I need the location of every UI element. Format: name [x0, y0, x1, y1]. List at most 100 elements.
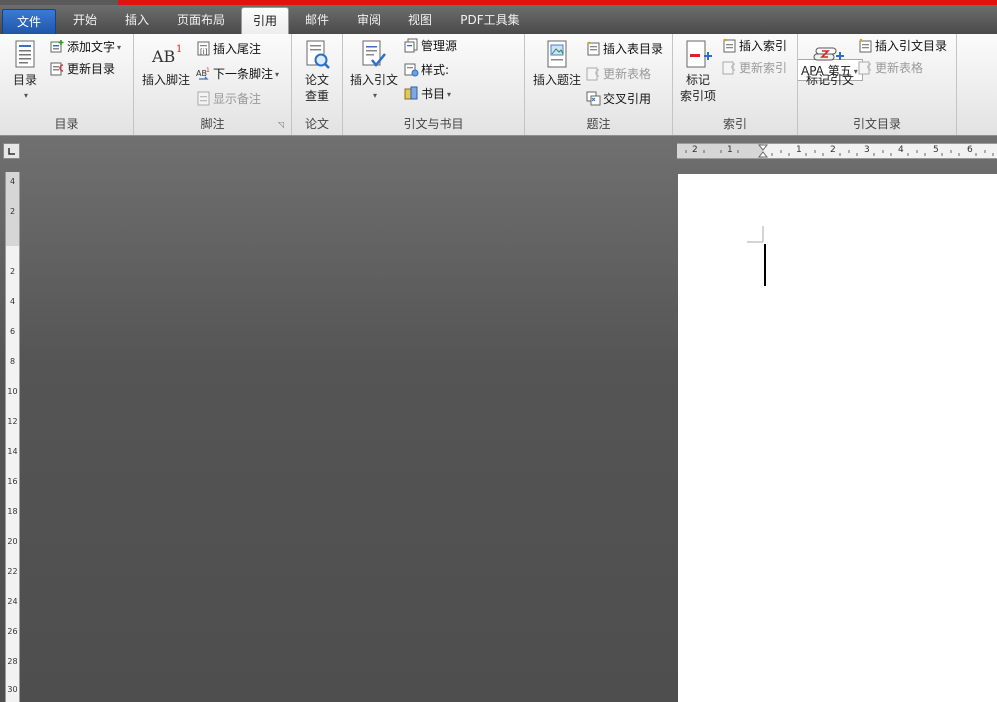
ruler-tick-label: 6: [967, 145, 973, 155]
insert-endnote-label: 插入尾注: [213, 42, 262, 56]
tab-insert[interactable]: 插入: [114, 7, 160, 34]
tab-review[interactable]: 审阅: [346, 7, 392, 34]
mark-citation-icon: [813, 40, 847, 70]
ruler-tick-label: 10: [7, 387, 18, 396]
show-notes-button[interactable]: 显示备注: [196, 89, 261, 109]
chevron-down-icon: ▾: [117, 43, 122, 52]
mark-entry-button[interactable]: 标记 索引项: [677, 40, 719, 104]
ruler-tick-label: 30: [7, 685, 18, 694]
group-toc-label: 目录: [54, 117, 79, 131]
document-page[interactable]: [678, 174, 997, 702]
tab-page-layout[interactable]: 页面布局: [166, 7, 236, 34]
cross-reference-icon: [586, 91, 601, 106]
magnifier-document-icon: [303, 40, 331, 70]
mark-entry-label-line2: 索引项: [679, 89, 716, 103]
ruler-tick-label: 4: [898, 145, 904, 155]
group-paper-label: 论文: [304, 117, 329, 131]
update-table-icon: [50, 61, 65, 76]
style-label: 样式:: [421, 63, 450, 77]
update-toa-button[interactable]: 更新表格: [858, 58, 923, 78]
paper-check-button[interactable]: 论文 查重: [300, 40, 334, 104]
manage-sources-icon: [404, 38, 419, 53]
mark-entry-label-line1: 标记: [685, 73, 710, 87]
ruler-tick-label: 4: [9, 177, 16, 186]
chevron-down-icon: ▾: [275, 70, 280, 79]
group-captions-label: 题注: [586, 117, 611, 131]
group-index-label: 索引: [722, 117, 747, 131]
vertical-ruler[interactable]: 4 2 2 4 6 8 10 12 14 16 18 20 22 24 26 2…: [5, 172, 20, 702]
chevron-down-icon: ▾: [23, 91, 28, 100]
mark-citation-button[interactable]: 标记引文: [802, 40, 858, 88]
mark-citation-label: 标记引文: [805, 73, 854, 87]
insert-toa-icon: [858, 38, 873, 53]
style-label-area: 样式:: [404, 60, 449, 80]
paper-check-label-line1: 论文: [304, 73, 329, 87]
tab-home[interactable]: 开始: [62, 7, 108, 34]
next-footnote-label: 下一条脚注: [213, 67, 274, 81]
insert-citation-label: 插入引文: [349, 73, 398, 87]
update-captions-table-label: 更新表格: [603, 67, 652, 81]
ruler-tick-label: 3: [864, 145, 870, 155]
manage-sources-button[interactable]: 管理源: [404, 36, 457, 56]
ruler-tick-label: 4: [9, 297, 16, 306]
insert-toa-button[interactable]: 插入引文目录: [858, 36, 947, 56]
show-notes-label: 显示备注: [213, 92, 262, 106]
update-toc-button[interactable]: 更新目录: [50, 59, 115, 79]
update-toc-label: 更新目录: [67, 62, 116, 76]
tab-view[interactable]: 视图: [397, 7, 443, 34]
insert-index-button[interactable]: 插入索引: [722, 36, 787, 56]
ruler-tick-label: 28: [7, 657, 18, 666]
ruler-tick-label: 8: [9, 357, 16, 366]
ruler-tick-label: 26: [7, 627, 18, 636]
group-footnotes: AB 1 插入脚注 [i] 插入尾注 AB 1 下一条脚注 ▾ 显示备注 ◹ 脚注: [134, 34, 292, 135]
toc-button[interactable]: 目录 ▾: [8, 40, 42, 104]
update-captions-table-button[interactable]: 更新表格: [586, 64, 651, 84]
group-toa-label: 引文目录: [852, 117, 901, 131]
insert-index-label: 插入索引: [739, 39, 788, 53]
cross-reference-button[interactable]: 交叉引用: [586, 89, 651, 109]
ribbon-panel: 目录 ▾ 添加文字 ▾ 更新目录 目录 AB 1 插入脚注 [i] 插入尾注 AB 1 下…: [0, 34, 997, 136]
update-index-icon: [722, 60, 737, 75]
group-captions: 插入题注 插入表目录 更新表格 交叉引用 题注: [525, 34, 673, 135]
group-paper: 论文 查重 论文: [292, 34, 343, 135]
insert-table-of-figures-button[interactable]: 插入表目录: [586, 39, 663, 59]
bibliography-button[interactable]: 书目 ▾: [404, 84, 451, 104]
ruler-tick-label: 24: [7, 597, 18, 606]
insert-index-icon: [722, 38, 737, 53]
insert-caption-label: 插入题注: [532, 73, 581, 87]
mark-entry-icon: [684, 40, 712, 70]
insert-citation-icon: [360, 40, 388, 70]
tab-selector-button[interactable]: [3, 143, 20, 159]
insert-caption-button[interactable]: 插入题注: [529, 40, 585, 88]
ruler-tick-label: 5: [933, 145, 939, 155]
ruler-tick-label: 20: [7, 537, 18, 546]
next-footnote-icon: AB 1: [196, 66, 211, 81]
ruler-tick-label: 2: [9, 267, 16, 276]
insert-caption-icon: [543, 40, 571, 70]
horizontal-ruler[interactable]: 2 1 1 2 3 4 5 6: [677, 143, 997, 159]
group-toc: 目录 ▾ 添加文字 ▾ 更新目录 目录: [0, 34, 134, 135]
tab-references[interactable]: 引用: [241, 7, 289, 35]
chevron-down-icon: ▾: [447, 90, 452, 99]
add-text-icon: [50, 39, 65, 54]
svg-text:1: 1: [176, 44, 182, 55]
tab-file[interactable]: 文件: [2, 9, 56, 35]
tab-mailings[interactable]: 邮件: [294, 7, 340, 34]
footnote-icon: AB 1: [146, 40, 186, 70]
ruler-tick-label: 16: [7, 477, 18, 486]
insert-footnote-button[interactable]: AB 1 插入脚注: [138, 40, 194, 88]
tab-pdf-tools[interactable]: PDF工具集: [450, 7, 530, 34]
ruler-tick-label: 14: [7, 447, 18, 456]
insert-endnote-button[interactable]: [i] 插入尾注: [196, 39, 261, 59]
insert-table-of-figures-label: 插入表目录: [603, 42, 664, 56]
svg-text:[i]: [i]: [200, 48, 208, 56]
insert-footnote-label: 插入脚注: [141, 73, 190, 87]
update-toa-icon: [858, 60, 873, 75]
add-text-button[interactable]: 添加文字 ▾: [50, 37, 121, 57]
text-cursor: [764, 244, 766, 286]
next-footnote-button[interactable]: AB 1 下一条脚注 ▾: [196, 64, 279, 84]
update-index-button[interactable]: 更新索引: [722, 58, 787, 78]
ruler-tick-label: 2: [9, 207, 16, 216]
ruler-tick-label: 6: [9, 327, 16, 336]
insert-citation-button[interactable]: 插入引文 ▾: [347, 40, 401, 104]
